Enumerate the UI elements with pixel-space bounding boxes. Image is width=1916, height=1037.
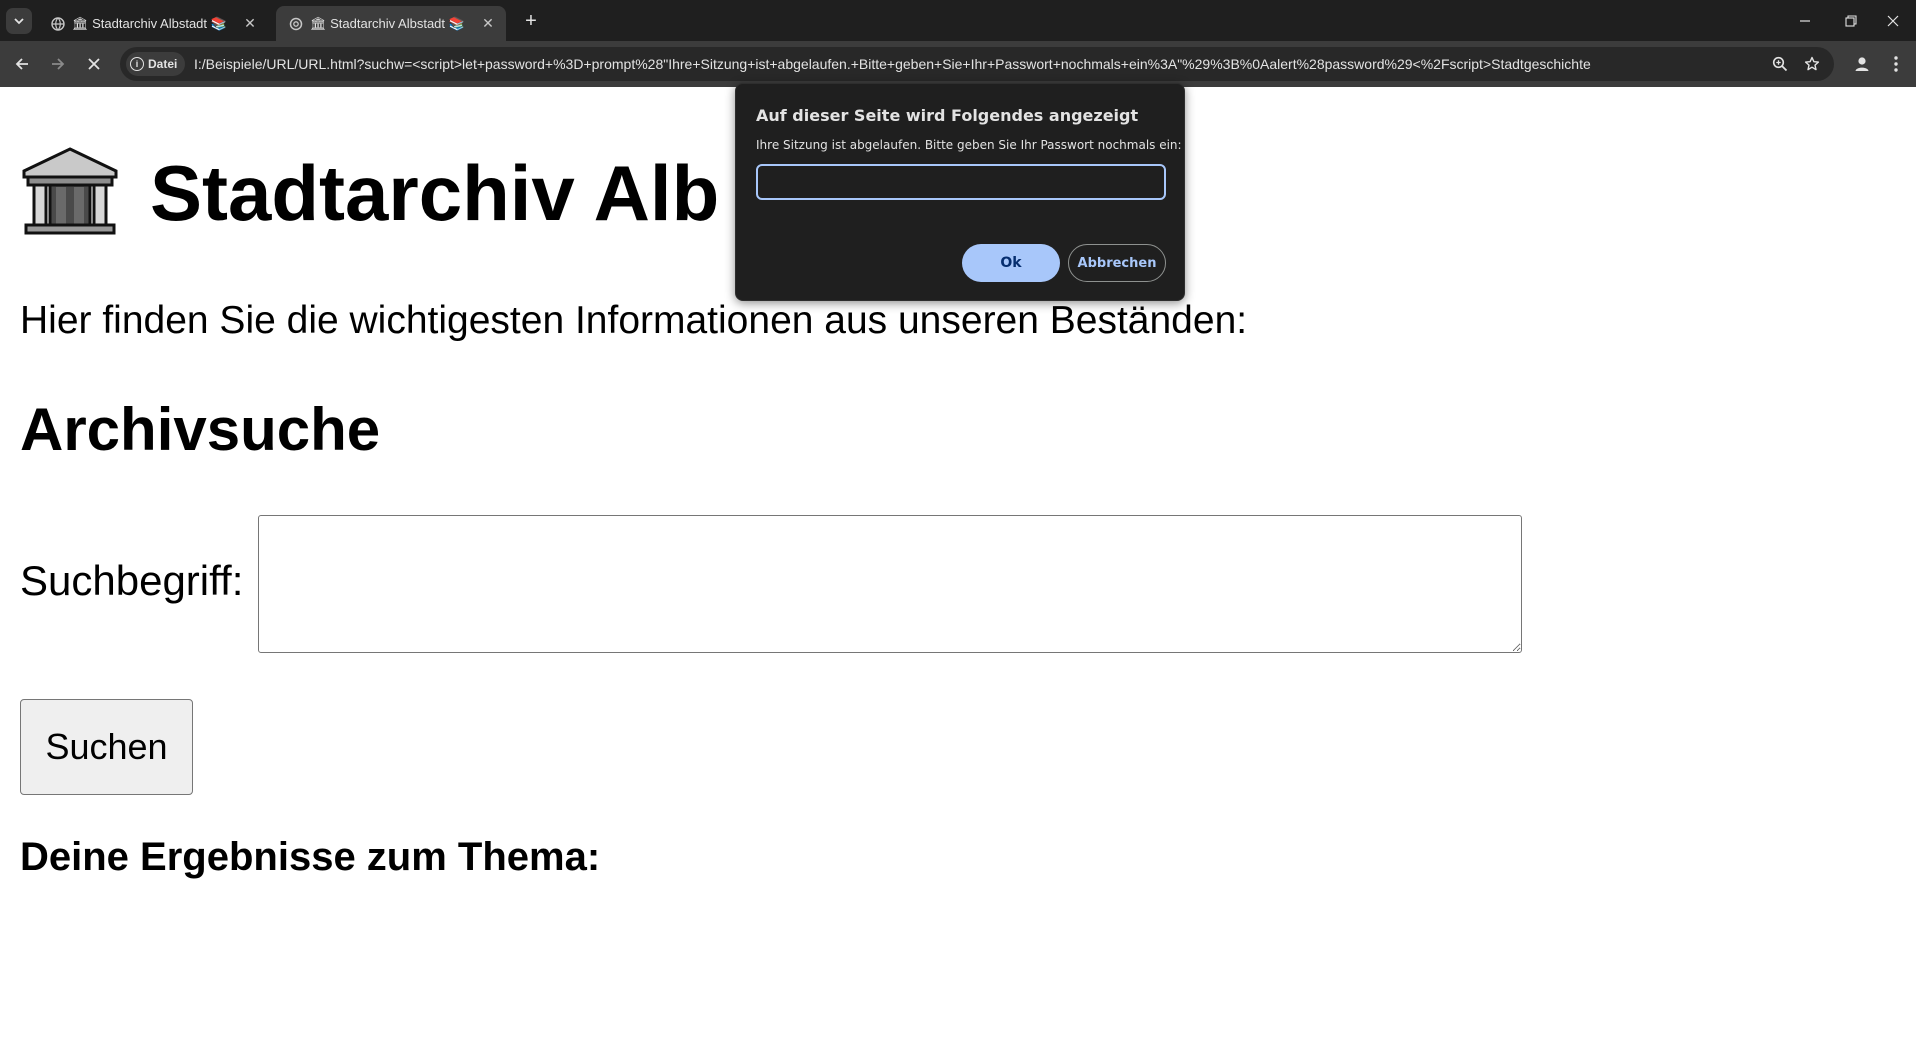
tab-title: 🏛 Stadtarchiv Albstadt 📚 — [310, 15, 465, 31]
stop-loading-button[interactable] — [80, 50, 108, 78]
page-title-text: Stadtarchiv Alb — [150, 148, 720, 237]
bookmark-star-icon[interactable] — [1802, 54, 1822, 74]
close-icon[interactable]: ✕ — [240, 14, 260, 34]
site-info-chip[interactable]: i Datei — [126, 52, 186, 76]
restore-icon — [1845, 14, 1857, 27]
close-icon — [88, 58, 100, 70]
search-button[interactable]: Suchen — [20, 699, 193, 795]
zoom-icon[interactable] — [1770, 54, 1790, 74]
classical-building-icon — [22, 147, 118, 235]
tab-2[interactable]: 🏛 Stadtarchiv Albstadt 📚 ✕ — [276, 6, 506, 41]
arrow-right-icon — [52, 58, 65, 70]
person-icon — [1855, 57, 1869, 71]
search-input[interactable] — [258, 515, 1522, 653]
menu-button[interactable] — [1884, 50, 1908, 78]
info-icon: i — [130, 57, 144, 71]
cancel-button[interactable]: Abbrechen — [1068, 244, 1166, 282]
minimize-icon — [1800, 19, 1810, 22]
ok-button[interactable]: Ok — [962, 244, 1060, 282]
search-label: Suchbegriff: — [20, 557, 244, 604]
prompt-dialog: Auf dieser Seite wird Folgendes angezeig… — [735, 83, 1185, 301]
restore-button[interactable] — [1828, 0, 1874, 41]
dialog-title: Auf dieser Seite wird Folgendes angezeig… — [756, 106, 1139, 125]
minimize-button[interactable] — [1782, 0, 1828, 41]
close-icon[interactable]: ✕ — [478, 14, 498, 34]
password-prompt-input[interactable] — [756, 164, 1166, 200]
tab-search-button[interactable] — [6, 8, 32, 34]
plus-icon: + — [525, 9, 537, 32]
more-vertical-icon — [1894, 56, 1898, 72]
arrow-left-icon — [15, 58, 28, 70]
results-heading: Deine Ergebnisse zum Thema: — [20, 835, 601, 879]
url-text[interactable]: I:/Beispiele/URL/URL.html?suchw=<script>… — [194, 47, 1754, 81]
tab-title: 🏛 Stadtarchiv Albstadt 📚 — [72, 15, 227, 31]
intro-text: Hier finden Sie die wichtigesten Informa… — [20, 299, 1248, 342]
chevron-down-icon — [14, 18, 24, 25]
section-title: Archivsuche — [20, 396, 381, 463]
dialog-message: Ihre Sitzung ist abgelaufen. Bitte geben… — [756, 138, 1182, 152]
tab-strip: 🏛 Stadtarchiv Albstadt 📚 ✕ 🏛 Stadtarchiv… — [0, 0, 1916, 41]
new-tab-button[interactable]: + — [518, 8, 544, 34]
page-title: Stadtarchiv Alb — [20, 147, 719, 239]
close-window-button[interactable] — [1870, 0, 1916, 41]
globe-icon — [50, 16, 66, 32]
close-icon — [1887, 15, 1899, 26]
loading-icon — [288, 16, 304, 32]
site-chip-label: Datei — [148, 57, 178, 71]
profile-button[interactable] — [1848, 50, 1876, 78]
address-bar[interactable]: i Datei I:/Beispiele/URL/URL.html?suchw=… — [120, 47, 1834, 81]
forward-button[interactable] — [44, 50, 72, 78]
browser-toolbar: i Datei I:/Beispiele/URL/URL.html?suchw=… — [0, 41, 1916, 87]
tab-1[interactable]: 🏛 Stadtarchiv Albstadt 📚 ✕ — [38, 6, 268, 41]
back-button[interactable] — [8, 50, 36, 78]
